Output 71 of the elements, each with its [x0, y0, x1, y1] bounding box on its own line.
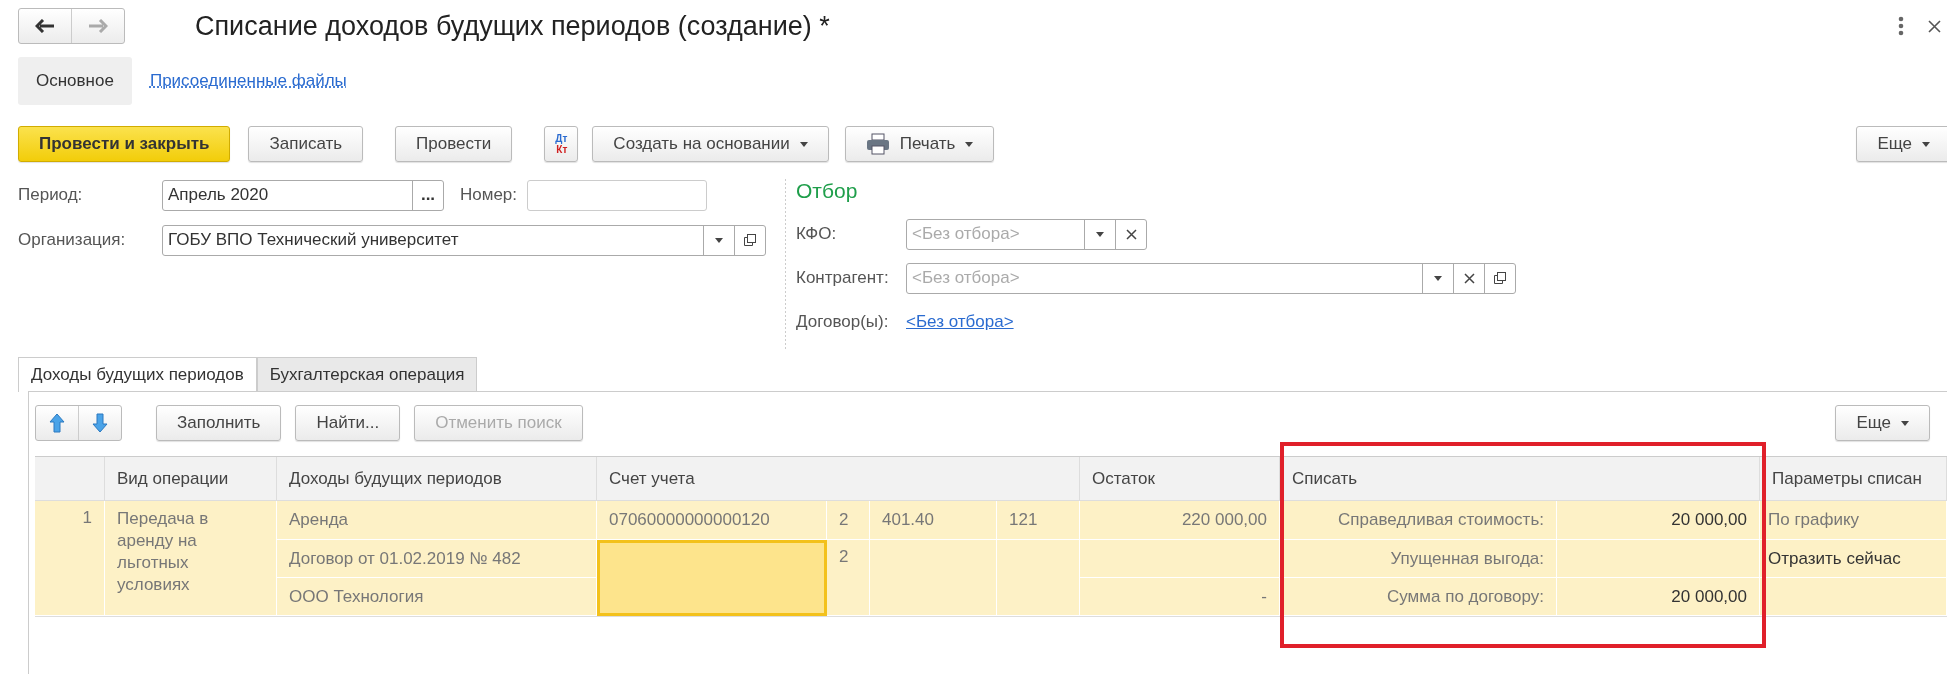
table-cell-text: Передача в аренду на льготных условиях: [117, 508, 210, 596]
table-cell: 401.40: [882, 510, 934, 530]
table-cell: 220 000,00: [1181, 510, 1267, 530]
table-cell: 121: [1009, 510, 1038, 530]
more-menu-icon[interactable]: [1898, 16, 1904, 36]
field-label: Контрагент:: [796, 268, 890, 288]
column-header[interactable]: Параметры списан: [1760, 457, 1947, 501]
more-button[interactable]: Еще: [1835, 405, 1930, 441]
column-header[interactable]: Остаток: [1080, 457, 1280, 501]
printer-icon: [865, 133, 890, 155]
tab[interactable]: Доходы будущих периодов: [18, 357, 257, 392]
table-cell: Сумма по договору:: [1387, 586, 1544, 607]
organization-field[interactable]: ГОБУ ВПО Технический университет: [162, 224, 766, 256]
toolbar-button[interactable]: Записать: [248, 126, 364, 162]
table-toolbar-button[interactable]: Заполнить: [156, 405, 282, 441]
close-icon[interactable]: [1928, 19, 1941, 33]
form-tab[interactable]: Основное: [18, 57, 132, 105]
print-button[interactable]: Печать: [844, 126, 995, 162]
caret-icon: [799, 141, 808, 147]
period-field[interactable]: Апрель 2020 ...: [162, 179, 444, 211]
table-cell: Справедливая стоимость:: [1338, 510, 1544, 530]
down-arrow-icon: [92, 413, 108, 433]
clear-icon: [1125, 228, 1137, 240]
field-label: Номер:: [460, 185, 518, 205]
table-cell: 2: [839, 547, 849, 567]
back-arrow-icon: [35, 19, 55, 33]
dt-kt-button[interactable]: Дт Кт: [544, 126, 579, 162]
window-title: Списание доходов будущих периодов (создание) *: [195, 10, 831, 42]
table-cell: -: [1261, 586, 1267, 607]
forward-arrow-icon: [88, 19, 108, 33]
clear-icon: [1463, 272, 1475, 284]
choose-button[interactable]: ...: [412, 180, 443, 210]
table-cell: ООО Технология: [289, 586, 424, 607]
post-and-close-button[interactable]: Провести и закрыть: [18, 126, 231, 162]
table-cell: Договор от 01.02.2019 № 482: [289, 548, 521, 569]
up-arrow-icon: [49, 413, 65, 433]
caret-icon: [715, 237, 723, 243]
table-cell: 20 000,00: [1671, 586, 1747, 607]
field-label: КФО:: [796, 224, 838, 244]
two-squares-icon: [743, 233, 757, 247]
focused-cell[interactable]: [597, 540, 827, 616]
create-based-on-button[interactable]: Создать на основании: [592, 126, 829, 162]
table-cell: Аренда: [289, 510, 348, 530]
header-cell: [35, 457, 105, 501]
caret-icon: [1901, 420, 1909, 426]
table-cell: Отразить сейчас: [1768, 548, 1901, 569]
filter-title: Отбор: [796, 179, 859, 204]
caret-icon: [965, 141, 974, 147]
number-field[interactable]: [527, 179, 708, 211]
more-button[interactable]: Еще: [1856, 126, 1947, 162]
caret-icon: [1922, 141, 1930, 147]
form-link[interactable]: Присоединенные файлы: [131, 57, 365, 105]
table-cell: 07060000000000120: [609, 510, 770, 530]
row-number: 1: [82, 508, 92, 528]
table-cell: Упущенная выгода:: [1390, 548, 1544, 569]
field-label: Период:: [18, 185, 84, 205]
column-header[interactable]: Доходы будущих периодов: [277, 457, 597, 501]
table-cell: 20 000,00: [1671, 510, 1747, 530]
caret-icon: [1096, 231, 1104, 237]
table-cell: 2: [839, 510, 849, 530]
tab[interactable]: Бухгалтерская операция: [256, 357, 478, 391]
column-header[interactable]: Счет учета: [597, 457, 1080, 501]
field-label: Организация:: [18, 230, 127, 250]
caret-icon: [1434, 275, 1442, 281]
column-header[interactable]: Вид операции: [105, 457, 277, 501]
two-squares-icon: [1493, 271, 1507, 285]
contracts-link[interactable]: <Без отбора>: [906, 312, 1014, 332]
table-toolbar-button[interactable]: Найти...: [295, 405, 401, 441]
field-label: Договор(ы):: [796, 312, 890, 332]
toolbar-button[interactable]: Провести: [395, 126, 513, 162]
table-cell: По графику: [1768, 510, 1860, 530]
